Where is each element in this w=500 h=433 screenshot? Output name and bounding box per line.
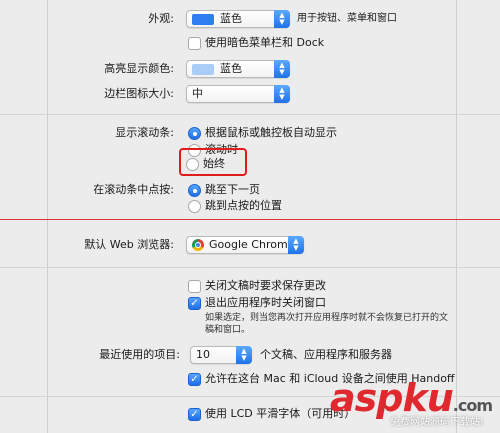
popup-arrows-icon: ▲ ▼ [236,346,252,364]
scrollbars-option-auto: 根据鼠标或触控板自动显示 [205,126,337,139]
highlight-value: 蓝色 [220,62,242,75]
watermark-tagline: 免费网站源码下载站! [390,417,485,428]
highlight-popup[interactable]: 蓝色 ▲ ▼ [186,60,290,78]
handoff-checkbox[interactable]: ✓ [188,373,201,386]
scroll-click-option-next-page: 跳至下一页 [205,183,260,196]
scroll-click-radio-next-page[interactable] [188,184,201,197]
red-divider-line [0,219,500,220]
popup-arrows-icon: ▲ ▼ [288,236,304,254]
lcd-checkbox[interactable]: ✓ [188,408,201,421]
highlight-swatch [192,63,214,75]
popup-arrows-icon: ▲ ▼ [274,85,290,103]
recent-items-suffix: 个文稿、应用程序和服务器 [260,348,392,361]
separator [0,267,500,268]
appearance-popup[interactable]: 蓝色 ▲ ▼ [186,10,290,28]
sidebar-icon-size-label: 边栏图标大小: [104,87,174,100]
browser-popup[interactable]: Google Chrome ▲ ▼ [186,236,304,254]
separator [0,114,500,115]
browser-label: 默认 Web 浏览器: [84,238,174,251]
sidebar-icon-size-popup[interactable]: 中 ▲ ▼ [186,85,290,103]
close-windows-label: 退出应用程序时关闭窗口 [205,296,326,309]
sidebar-icon-size-value: 中 [192,87,203,100]
recent-items-label: 最近使用的项目: [99,348,180,361]
recent-items-popup[interactable]: 10 ▲ ▼ [190,346,252,364]
watermark-suffix: .com [452,396,493,415]
dark-menu-label: 使用暗色菜单栏和 Dock [205,36,325,49]
scroll-click-radio-clicked-spot[interactable] [188,200,201,213]
close-windows-checkbox[interactable]: ✓ [188,297,201,310]
highlight-label: 高亮显示颜色: [104,62,174,75]
close-windows-note-2: 稿和窗口。 [205,325,251,335]
dark-menu-checkbox[interactable] [188,37,201,50]
recent-items-value: 10 [196,348,210,361]
window-left-border [47,0,48,433]
appearance-value: 蓝色 [220,12,242,25]
popup-arrows-icon: ▲ ▼ [274,60,290,78]
scrollbars-label: 显示滚动条: [115,126,174,139]
browser-value: Google Chrome [209,238,295,251]
popup-arrows-icon: ▲ ▼ [274,10,290,28]
appearance-swatch [192,13,214,25]
appearance-hint: 用于按钮、菜单和窗口 [297,13,397,24]
appearance-label: 外观: [148,12,174,25]
watermark-brand: aspku [330,376,454,420]
scroll-click-label: 在滚动条中点按: [93,183,174,196]
highlight-box [179,148,247,176]
chrome-icon [192,239,204,251]
scroll-click-option-clicked-spot: 跳到点按的位置 [205,199,282,212]
ask-save-checkbox[interactable] [188,280,201,293]
ask-save-label: 关闭文稿时要求保存更改 [205,279,326,292]
window-right-border [456,0,457,433]
scrollbars-radio-auto[interactable] [188,127,201,140]
